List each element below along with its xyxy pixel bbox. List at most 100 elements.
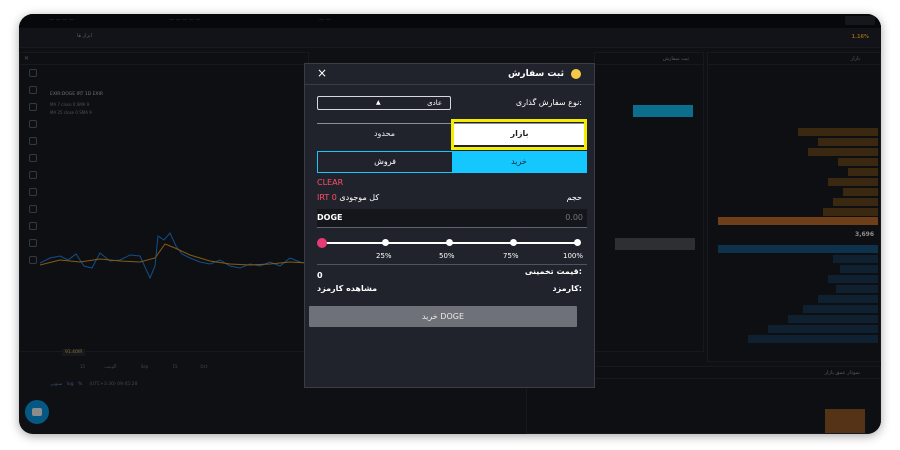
ticker-change: 1.16% (851, 34, 869, 40)
ask-row[interactable] (718, 188, 878, 196)
x-tick: Sep (140, 364, 149, 369)
fee-link[interactable]: مشاهده کارمزد (317, 284, 377, 293)
market-bar: ابزار ها 1.16% (19, 28, 881, 48)
fib-icon[interactable] (29, 103, 37, 111)
pattern-icon[interactable] (29, 154, 37, 162)
slider-stop[interactable] (382, 239, 389, 246)
top-nav-bar: — — — — — — — — — — — (19, 14, 881, 28)
submit-buy-button[interactable]: خرید DOGE (309, 306, 577, 327)
chart-panel-header: ✕ (20, 53, 308, 65)
slider-stop[interactable] (574, 239, 581, 246)
log-toggle[interactable]: log (67, 382, 74, 387)
volume-label: حجم (566, 193, 582, 202)
x-tick: Oct (200, 364, 208, 369)
buy-tab-bg (633, 105, 693, 117)
order-panel-title: ثبت سفارش (595, 53, 703, 65)
tab-limit[interactable]: محدود (317, 124, 452, 145)
chart-x-axis: آگوست 15 Sep 15 Oct (80, 364, 207, 369)
chart-footer: ستونی log % (UTC+3:30) 09:45:28 (50, 382, 137, 387)
chart-panel: ✕ EXIR:DOGE IRT 1D EXIR MA 7 close 0 SMA… (19, 52, 309, 387)
chart-style-button[interactable]: ستونی (50, 382, 62, 387)
lock-icon[interactable] (29, 222, 37, 230)
slider-mark-75: 75% (503, 252, 519, 260)
orderbook-title: بازار (708, 53, 880, 65)
buy-tab[interactable]: خرید (452, 152, 586, 172)
nav-item[interactable]: — — (319, 17, 331, 23)
brush-icon[interactable] (29, 120, 37, 128)
tab-tools[interactable]: ابزار ها (77, 33, 137, 43)
eye-icon[interactable] (29, 239, 37, 247)
chart-time: (UTC+3:30) 09:45:28 (89, 382, 138, 387)
volume-input[interactable]: DOGE 0.00 (317, 209, 587, 228)
submit-bg (615, 238, 695, 250)
balance-row: IRT 0 کل موجودی (317, 193, 379, 202)
modal-title: ثبت سفارش (507, 69, 564, 79)
bid-row[interactable] (718, 255, 878, 263)
clear-button[interactable]: CLEAR (317, 178, 343, 187)
slider-stop[interactable] (510, 239, 517, 246)
caret-up-icon: ▲ (376, 99, 381, 106)
slider-mark-100: 100% (563, 252, 584, 260)
order-type-select[interactable]: ▲ عادی (317, 96, 451, 110)
chart-ma2: MA 25 close 0 SMA 9 (50, 110, 92, 115)
ask-row[interactable] (718, 158, 878, 166)
close-icon[interactable]: × (317, 66, 327, 80)
price-tag: 91.40IR (62, 349, 86, 356)
order-type-value: عادی (427, 99, 442, 107)
estimate-value: 0 (317, 271, 323, 280)
slider-mark-50: 50% (439, 252, 455, 260)
ask-row-highlight[interactable] (718, 217, 878, 225)
highlight-box (451, 119, 587, 150)
bid-row[interactable] (718, 275, 878, 283)
fee-label: کارمزد: (552, 284, 583, 293)
chart-symbol: EXIR:DOGE IRT 1D EXIR (50, 92, 103, 97)
modal-header: × ثبت سفارش (305, 64, 594, 85)
sell-tab[interactable]: فروش (318, 152, 452, 172)
ask-row[interactable] (718, 148, 878, 156)
logo (845, 16, 875, 25)
ask-row[interactable] (718, 168, 878, 176)
bid-row[interactable] (718, 285, 878, 293)
ruler-icon[interactable] (29, 171, 37, 179)
volume-value[interactable]: 0.00 (565, 213, 583, 222)
order-type-label: نوع سفارش گذاری: (515, 98, 582, 107)
volume-unit: DOGE (317, 213, 343, 222)
ask-row[interactable] (718, 208, 878, 216)
balance-value: IRT 0 (317, 193, 337, 202)
x-tick: 15 (80, 364, 86, 369)
trash-icon[interactable] (29, 256, 37, 264)
ask-row[interactable] (718, 198, 878, 206)
slider-handle[interactable] (317, 238, 327, 248)
percent-toggle[interactable]: % (78, 382, 82, 387)
slider-stop[interactable] (446, 239, 453, 246)
order-panel-background: ثبت سفارش (594, 52, 704, 352)
bid-row[interactable] (718, 325, 878, 333)
bid-row[interactable] (718, 305, 878, 313)
bid-row[interactable] (718, 295, 878, 303)
volume-slider[interactable] (317, 238, 581, 248)
close-icon[interactable]: ✕ (24, 55, 29, 62)
divider (317, 264, 587, 265)
ask-row[interactable] (718, 138, 878, 146)
crosshair-icon[interactable] (29, 69, 37, 77)
bid-row[interactable] (718, 245, 878, 253)
balance-label: کل موجودی (339, 193, 380, 202)
depth-area (825, 409, 865, 433)
chat-icon (32, 408, 42, 416)
magnet-icon[interactable] (29, 205, 37, 213)
bid-row[interactable] (718, 335, 878, 343)
coin-icon (571, 69, 581, 79)
text-icon[interactable] (29, 137, 37, 145)
zoom-icon[interactable] (29, 188, 37, 196)
trendline-icon[interactable] (29, 86, 37, 94)
bid-row[interactable] (718, 315, 878, 323)
ask-row[interactable] (718, 178, 878, 186)
x-tick: 15 (172, 364, 178, 369)
bid-row[interactable] (718, 265, 878, 273)
orderbook-panel: بازار 3,696 (707, 52, 881, 362)
chat-button[interactable] (25, 400, 49, 424)
estimate-label: قیمت تخمینی: (524, 267, 582, 276)
nav-item[interactable]: — — — — (49, 17, 74, 23)
nav-item[interactable]: — — — — — (169, 17, 200, 23)
ask-row[interactable] (718, 128, 878, 136)
